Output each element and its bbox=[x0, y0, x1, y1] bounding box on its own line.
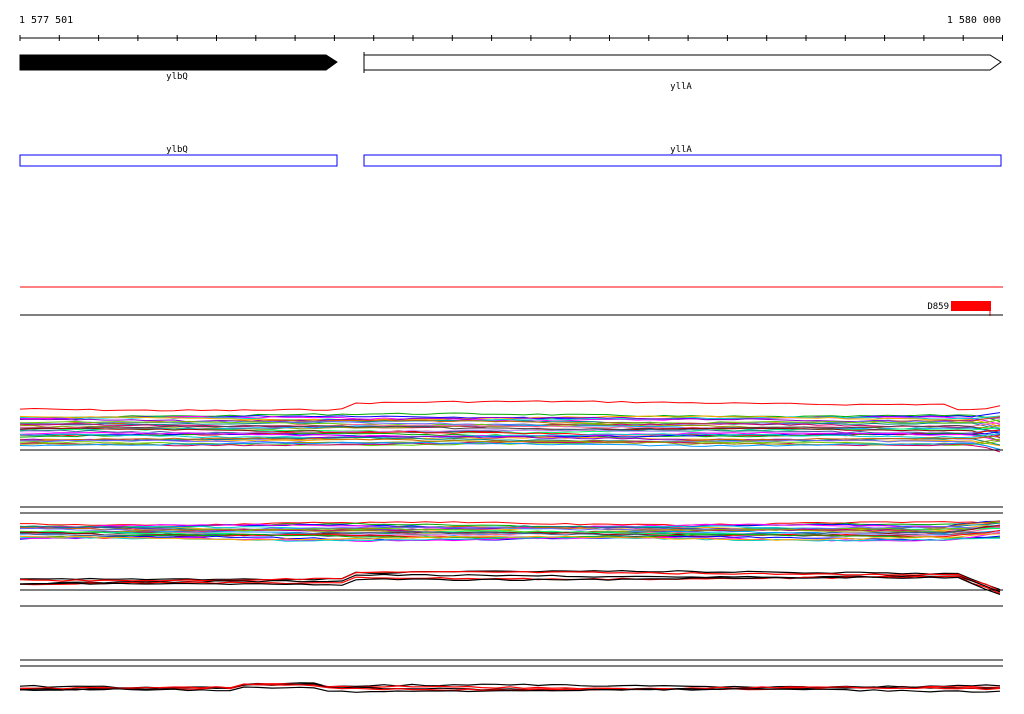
cds-track: ylbQ yllA bbox=[19, 145, 1002, 167]
expression-track-black-red-2 bbox=[19, 682, 1001, 693]
ruler-end-label: 1 580 000 bbox=[947, 15, 1001, 26]
gene-ylbQ[interactable]: ylbQ bbox=[19, 54, 338, 82]
expression-track-multicolor-2 bbox=[19, 520, 1001, 543]
cds-box[interactable] bbox=[363, 154, 1002, 167]
coordinate-ruler: 1 577 501 1 580 000 bbox=[19, 15, 1003, 41]
gene-arrow-filled[interactable] bbox=[19, 54, 338, 71]
expression-track-multicolor bbox=[19, 400, 1001, 453]
cds-label: ylbQ bbox=[166, 145, 188, 155]
cds-label: yllA bbox=[670, 145, 692, 155]
ruler-start-label: 1 577 501 bbox=[19, 15, 73, 26]
genome-browser-canvas: 1 577 501 1 580 000 ylbQ yllA ylbQ yllA … bbox=[19, 15, 1003, 693]
feature-label: D859 bbox=[927, 302, 949, 312]
gene-yllA[interactable]: yllA bbox=[363, 52, 1002, 92]
feature-track: D859 bbox=[20, 286, 1003, 316]
gene-track: ylbQ yllA bbox=[19, 52, 1002, 92]
expression-track-black-red bbox=[19, 569, 1001, 595]
gene-label: ylbQ bbox=[166, 72, 188, 82]
gene-label: yllA bbox=[670, 82, 692, 92]
feature-block[interactable] bbox=[951, 301, 991, 311]
expression-trace bbox=[19, 570, 1001, 592]
gene-arrow-outline[interactable] bbox=[363, 54, 1002, 71]
cds-box[interactable] bbox=[19, 154, 338, 167]
expression-trace bbox=[19, 400, 1001, 412]
